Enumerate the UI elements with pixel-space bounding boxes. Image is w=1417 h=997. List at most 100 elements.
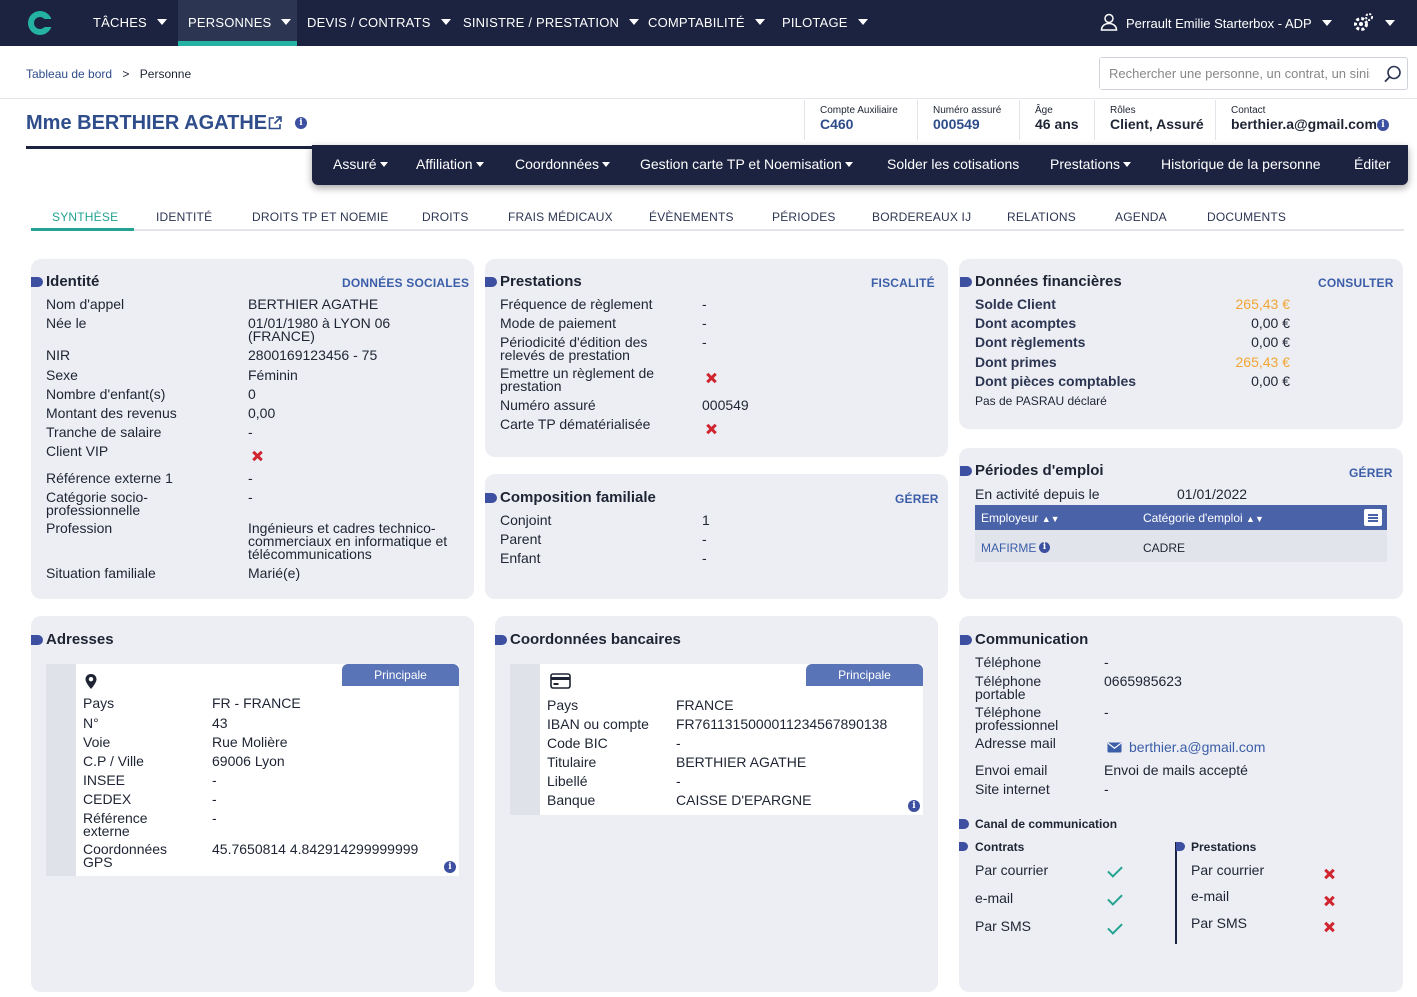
email-link[interactable]: berthier.a@gmail.com — [1129, 740, 1265, 754]
menu-label: Gestion carte TP et Noemisation — [640, 156, 842, 172]
chevron-down-icon[interactable] — [1385, 20, 1395, 26]
field-value: Féminin — [248, 367, 298, 383]
field-label: Dont pièces comptables — [975, 373, 1137, 389]
field-value: 0,00 € — [1251, 334, 1290, 350]
field-value: 2800169123456 - 75 — [248, 347, 378, 363]
channel-label: e-mail — [1191, 888, 1230, 904]
tab-relations[interactable]: RELATIONS — [1007, 210, 1076, 224]
chevron-down-icon — [754, 19, 765, 25]
column-menu-icon[interactable] — [1364, 509, 1382, 526]
tab-agenda[interactable]: AGENDA — [1115, 210, 1167, 224]
employer-link[interactable]: MAFIRME — [981, 541, 1036, 555]
menu-label: Solder les cotisations — [887, 156, 1020, 172]
field-label: portable — [975, 686, 1026, 702]
section-marker — [1176, 842, 1185, 851]
nav-label: SINISTRE / PRESTATION — [463, 15, 620, 30]
menu-label: Éditer — [1354, 156, 1391, 172]
field-label: Nom d'appel — [46, 296, 125, 312]
channel-label: Par SMS — [975, 918, 1032, 934]
summary-numero-assure: Numéro assuré 000549 — [917, 100, 1019, 140]
tab-identite[interactable]: IDENTITÉ — [156, 210, 212, 224]
info-icon[interactable]: i — [1039, 542, 1050, 553]
tab-bordereaux-ij[interactable]: BORDEREAUX IJ — [872, 210, 971, 224]
menu-solder-cotisations[interactable]: Solder les cotisations — [887, 145, 1019, 185]
settings-gear-icon[interactable] — [1352, 12, 1374, 34]
breadcrumb-home[interactable]: Tableau de bord — [26, 67, 112, 81]
menu-label: Assuré — [333, 156, 377, 172]
field-value: - — [248, 489, 253, 505]
nav-taches[interactable]: TÂCHES — [93, 0, 167, 46]
user-menu[interactable]: Perrault Emilie Starterbox - ADP — [1100, 0, 1332, 46]
credit-card-icon — [550, 673, 571, 689]
menu-affiliation[interactable]: Affiliation — [416, 145, 484, 185]
search-input[interactable] — [1100, 58, 1370, 89]
column-label: Catégorie d'emploi — [1143, 511, 1243, 525]
col-employeur[interactable]: Employeur ▲▼ — [981, 511, 1060, 525]
field-label: Code BIC — [547, 735, 608, 751]
tab-droits[interactable]: DROITS — [422, 210, 469, 224]
menu-coordonnees[interactable]: Coordonnées — [515, 145, 611, 185]
summary-value[interactable]: C460 — [820, 117, 853, 131]
consulter-link[interactable]: CONSULTER — [1318, 276, 1394, 290]
user-name: Perrault Emilie Starterbox - ADP — [1126, 16, 1312, 31]
pasrau-note: Pas de PASRAU déclaré — [975, 394, 1107, 408]
menu-gestion-carte-tp[interactable]: Gestion carte TP et Noemisation — [640, 145, 853, 185]
search-icon[interactable] — [1384, 65, 1402, 83]
contact-email[interactable]: berthier.a@gmail.com — [1231, 116, 1377, 132]
menu-assure[interactable]: Assuré — [333, 145, 388, 185]
summary-value[interactable]: 000549 — [933, 117, 980, 131]
gerer-composition-link[interactable]: GÉRER — [895, 492, 939, 506]
breadcrumb-separator: > — [122, 67, 130, 81]
external-link-icon[interactable] — [268, 116, 282, 130]
tab-frais-medicaux[interactable]: FRAIS MÉDICAUX — [508, 210, 613, 224]
app-logo[interactable] — [28, 11, 54, 35]
field-value: Rue Molière — [212, 734, 288, 750]
info-icon[interactable]: i — [444, 861, 456, 873]
col-categorie-emploi[interactable]: Catégorie d'emploi ▲▼ — [1143, 511, 1264, 525]
tab-synthese[interactable]: SYNTHÈSE — [52, 210, 118, 224]
field-label: GPS — [83, 854, 113, 870]
menu-historique[interactable]: Historique de la personne — [1161, 145, 1321, 185]
menu-label: Coordonnées — [515, 156, 600, 172]
info-icon[interactable]: i — [908, 800, 920, 812]
field-value: 01/01/2022 — [1177, 486, 1248, 502]
tab-droits-tp-noemie[interactable]: DROITS TP ET NOEMIE — [252, 210, 389, 224]
field-value: - — [248, 424, 253, 440]
nav-pilotage[interactable]: PILOTAGE — [782, 0, 868, 46]
nav-personnes[interactable]: PERSONNES — [178, 0, 297, 46]
envelope-icon — [1107, 742, 1122, 753]
field-value: 265,43 € — [1235, 296, 1291, 312]
section-marker — [959, 842, 968, 851]
field-label: Envoi email — [975, 762, 1048, 778]
global-search — [1099, 57, 1408, 90]
info-icon[interactable]: i — [1377, 119, 1389, 131]
gerer-periodes-link[interactable]: GÉRER — [1349, 466, 1393, 480]
field-value: - — [212, 791, 217, 807]
field-value: 43 — [212, 715, 228, 731]
cross-icon — [1323, 921, 1335, 933]
table-row: MAFIRME i CADRE — [975, 530, 1387, 562]
info-icon[interactable]: i — [295, 117, 307, 129]
field-value: 0 — [248, 386, 256, 402]
summary-label: Contact — [1231, 105, 1266, 116]
cross-icon — [1323, 868, 1335, 880]
address-block-margin — [46, 664, 76, 876]
fiscalite-link[interactable]: FISCALITÉ — [871, 276, 935, 290]
employment-table-header: Employeur ▲▼ Catégorie d'emploi ▲▼ — [975, 505, 1387, 530]
donnees-sociales-link[interactable]: DONNÉES SOCIALES — [342, 276, 469, 290]
field-label: Référence externe 1 — [46, 470, 173, 486]
nav-sinistre-prestation[interactable]: SINISTRE / PRESTATION — [463, 0, 640, 46]
tab-evenements[interactable]: ÉVÈNEMENTS — [649, 210, 734, 224]
field-label: Solde Client — [975, 296, 1056, 312]
field-label: Téléphone — [975, 654, 1042, 670]
menu-editer[interactable]: Éditer — [1354, 145, 1391, 185]
card-title: Composition familiale — [485, 489, 656, 506]
tab-documents[interactable]: DOCUMENTS — [1207, 210, 1286, 224]
nav-devis-contrats[interactable]: DEVIS / CONTRATS — [307, 0, 451, 46]
card-title: Données financières — [960, 273, 1122, 290]
tab-periodes[interactable]: PÉRIODES — [772, 210, 836, 224]
nav-comptabilite[interactable]: COMPTABILITÉ — [648, 0, 765, 46]
menu-prestations[interactable]: Prestations — [1050, 145, 1132, 185]
field-value: 0,00 € — [1251, 373, 1290, 389]
field-value: FRANCE — [676, 697, 734, 713]
